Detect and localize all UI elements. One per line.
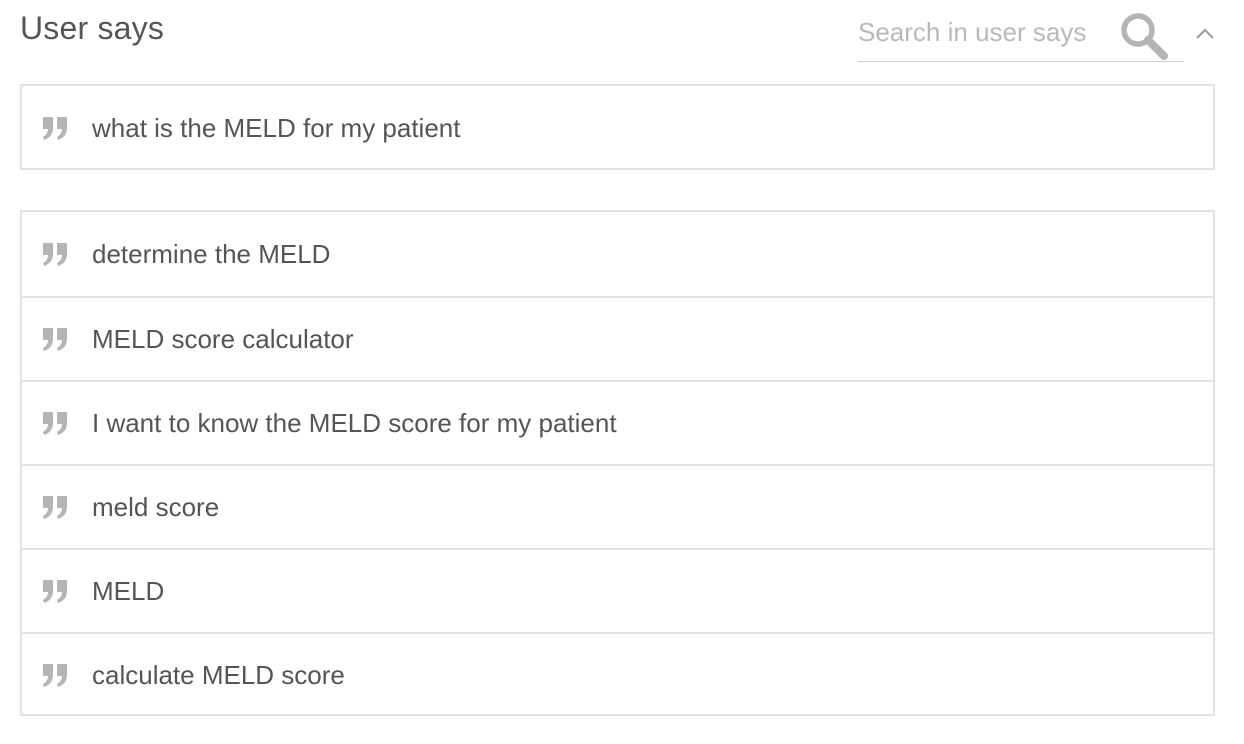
user-says-item[interactable]: I want to know the MELD score for my pat… [22, 380, 1213, 464]
user-says-text: what is the MELD for my patient [92, 112, 461, 143]
user-says-item[interactable]: MELD score calculator [22, 296, 1213, 380]
user-says-text: MELD score calculator [92, 323, 354, 354]
user-says-item[interactable]: MELD [22, 548, 1213, 632]
user-says-item[interactable]: meld score [22, 464, 1213, 548]
chevron-up-icon[interactable] [1193, 24, 1217, 44]
user-says-list: determine the MELD MELD score calculator… [20, 210, 1215, 716]
quote-icon [43, 580, 67, 603]
search-bar [858, 8, 1184, 62]
quote-icon [43, 243, 67, 266]
new-user-says-box: what is the MELD for my patient [20, 84, 1215, 170]
section-header: User says [0, 0, 1244, 70]
user-says-text: determine the MELD [92, 238, 331, 269]
quote-icon [43, 328, 67, 351]
section-title: User says [20, 10, 165, 46]
quote-icon [43, 412, 67, 435]
user-says-item[interactable]: determine the MELD [22, 212, 1213, 296]
quote-icon [43, 664, 67, 687]
user-says-text: calculate MELD score [92, 659, 345, 690]
user-says-text: I want to know the MELD score for my pat… [92, 407, 617, 438]
user-says-item[interactable]: calculate MELD score [22, 632, 1213, 716]
user-says-text: MELD [92, 575, 165, 606]
user-says-item[interactable]: what is the MELD for my patient [22, 86, 1213, 170]
quote-icon [43, 496, 67, 519]
search-input[interactable] [858, 14, 1108, 50]
search-icon[interactable] [1118, 10, 1170, 62]
user-says-text: meld score [92, 491, 220, 522]
quote-icon [43, 117, 67, 140]
